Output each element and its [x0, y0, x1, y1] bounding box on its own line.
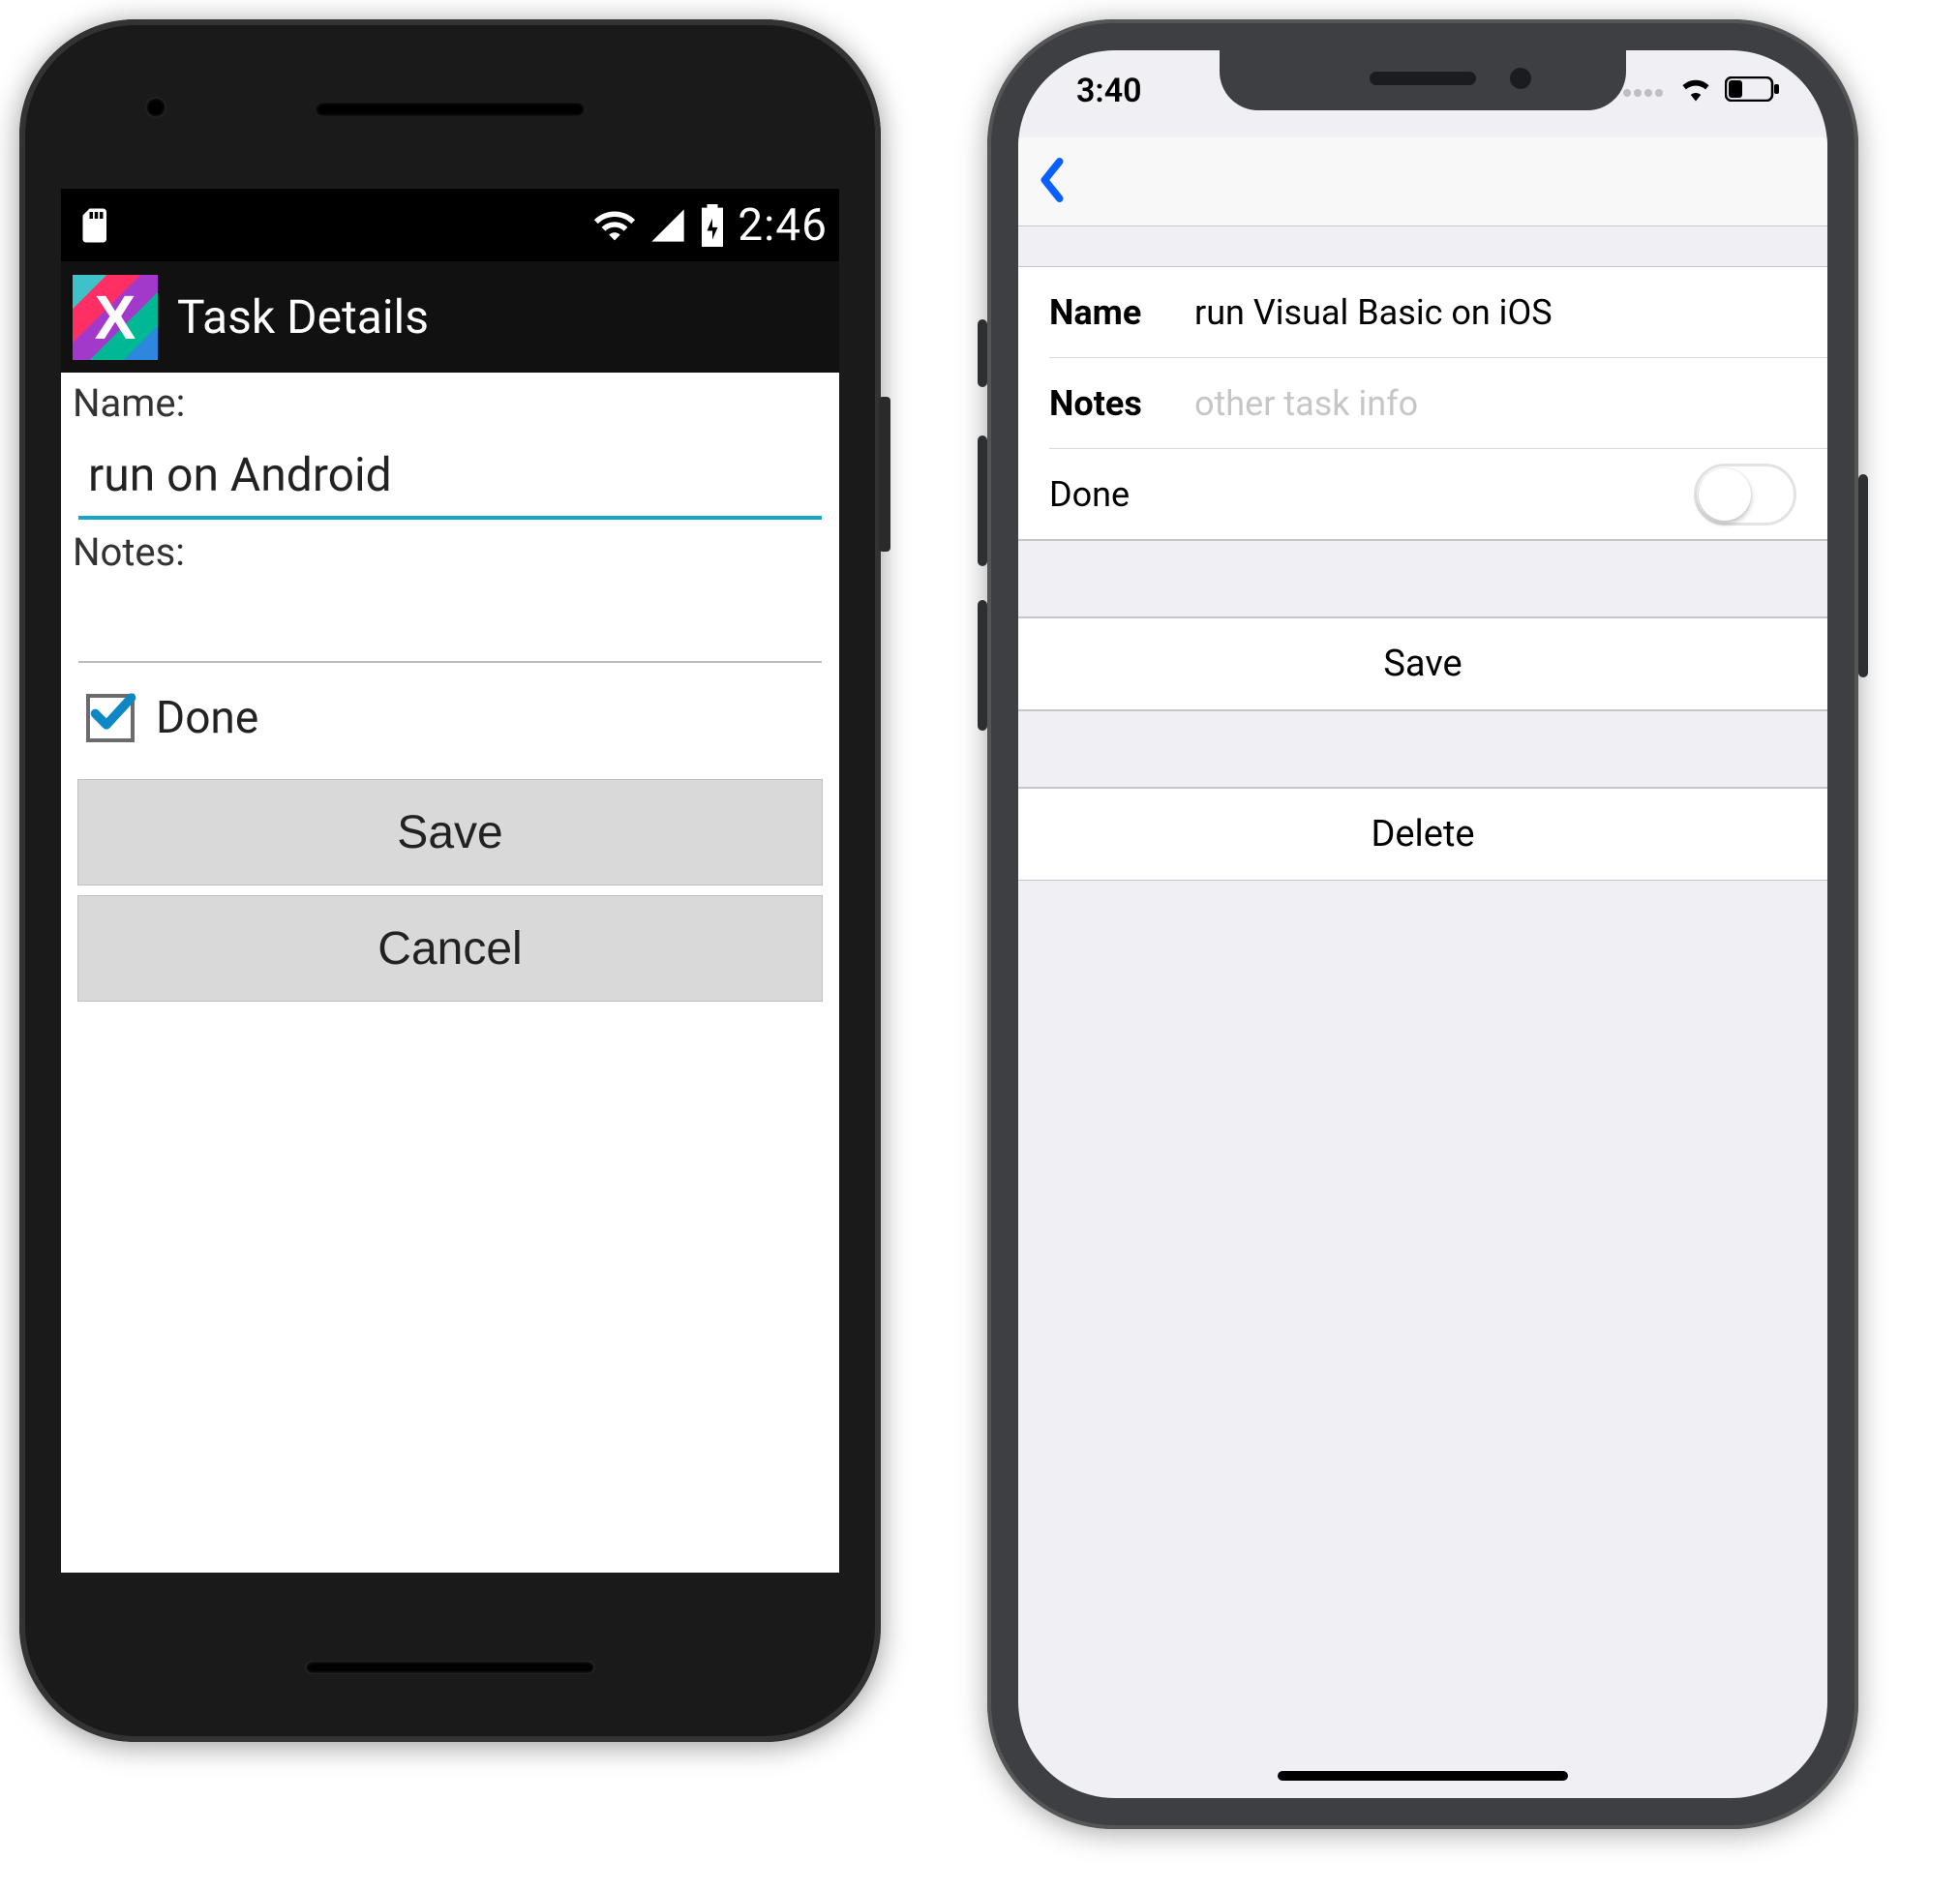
iphone-screen: 3:40 — [1018, 50, 1827, 1798]
ios-nav-bar — [1018, 137, 1827, 226]
done-checkbox[interactable] — [86, 694, 135, 742]
section-spacer — [1018, 540, 1827, 617]
delete-button[interactable]: Delete — [1018, 788, 1827, 881]
android-status-bar: 2:46 — [61, 189, 839, 261]
android-action-bar: X Task Details — [61, 261, 839, 373]
android-earpiece-speaker — [315, 102, 586, 117]
iphone-device-frame: 3:40 — [987, 19, 1858, 1829]
section-spacer — [1018, 226, 1827, 267]
wifi-icon — [1678, 72, 1713, 110]
name-label: Name — [1049, 292, 1194, 333]
done-label: Done — [156, 692, 258, 744]
cell-dots-icon — [1622, 72, 1667, 110]
battery-icon — [1725, 72, 1781, 110]
screen-title: Task Details — [177, 289, 429, 345]
cancel-button[interactable]: Cancel — [77, 895, 823, 1002]
notes-input[interactable] — [1194, 383, 1796, 424]
iphone-volume-up — [978, 435, 987, 566]
done-row: Done — [1018, 449, 1827, 540]
notes-label: Notes — [1049, 383, 1194, 424]
done-switch[interactable] — [1694, 464, 1796, 525]
switch-knob — [1699, 468, 1751, 521]
wifi-icon — [592, 203, 637, 248]
android-device-frame: 2:46 X Task Details Name: Notes: — [19, 19, 881, 1742]
cell-signal-icon — [648, 206, 687, 245]
battery-charging-icon — [699, 204, 726, 247]
name-input[interactable] — [1194, 292, 1796, 333]
android-form: Name: Notes: Done Save Cancel — [61, 380, 839, 1002]
name-label: Name: — [73, 380, 828, 426]
android-front-camera — [145, 97, 166, 118]
notes-label: Notes: — [73, 529, 828, 575]
iphone-side-button — [1858, 474, 1868, 677]
section-spacer — [1018, 710, 1827, 788]
status-clock: 2:46 — [738, 199, 828, 252]
chevron-left-icon — [1038, 158, 1067, 202]
notes-input[interactable] — [78, 579, 822, 663]
app-icon: X — [73, 275, 158, 360]
notes-row: Notes — [1018, 358, 1827, 449]
name-input[interactable] — [78, 430, 822, 520]
save-button[interactable]: Save — [1018, 617, 1827, 710]
status-clock: 3:40 — [1076, 72, 1142, 110]
iphone-notch — [1220, 50, 1626, 110]
sd-card-icon — [73, 205, 113, 246]
done-row: Done — [73, 673, 828, 769]
iphone-volume-down — [978, 600, 987, 731]
name-row: Name — [1018, 267, 1827, 358]
done-label: Done — [1049, 474, 1130, 515]
save-button[interactable]: Save — [77, 779, 823, 885]
home-indicator[interactable] — [1278, 1771, 1568, 1781]
android-screen: 2:46 X Task Details Name: Notes: — [61, 189, 839, 1573]
android-power-button — [879, 397, 890, 552]
back-button[interactable] — [1038, 158, 1067, 206]
iphone-mute-switch — [978, 319, 987, 387]
android-chin-speaker — [305, 1661, 595, 1674]
